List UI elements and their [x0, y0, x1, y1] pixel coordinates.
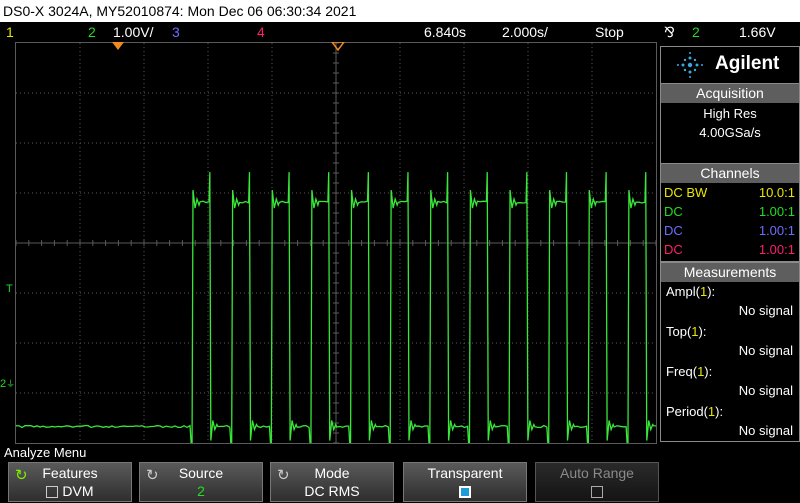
softkey-label: Auto Range [536, 465, 658, 481]
scope-display[interactable] [15, 42, 657, 444]
softkey-label: Source [140, 465, 262, 481]
trigger-channel: 2 [692, 22, 700, 42]
menu-title: Analyze Menu [4, 444, 86, 461]
measurement-item[interactable]: Top(1): No signal [661, 322, 799, 362]
channel-row-4[interactable]: DC 1.00:1 [661, 240, 799, 259]
status-bar: 1 2 1.00V/ 3 4 6.840s 2.000s/ Stop ⅋ 2 1… [0, 22, 800, 42]
auto-range-checkbox[interactable] [591, 486, 603, 498]
channel-row-3[interactable]: DC 1.00:1 [661, 221, 799, 240]
horizontal-delay: 6.840s [424, 22, 466, 42]
softkey-label: Mode [271, 465, 393, 481]
channel-2-ground-marker: 2⏚ [0, 377, 15, 390]
brand-logo: Agilent [715, 53, 779, 75]
window-title: DS0-X 3024A, MY52010874: Mon Dec 06 06:3… [0, 0, 800, 22]
probe-ratio: 1.00:1 [759, 240, 795, 259]
measurement-label: Ampl(1): [666, 284, 715, 299]
measurement-label: Period(1): [666, 404, 723, 419]
brand-box: Agilent [660, 46, 800, 84]
delay-reference-marker [330, 42, 346, 52]
acquisition-mode: High Res [661, 104, 799, 123]
measurement-item[interactable]: Freq(1): No signal [661, 362, 799, 402]
probe-ratio: 10.0:1 [759, 183, 795, 202]
probe-ratio: 1.00:1 [759, 221, 795, 240]
channel-4-indicator[interactable]: 4 [257, 22, 265, 42]
auto-range-softkey[interactable]: Auto Range [535, 462, 659, 502]
channel-coupling: DC [664, 221, 683, 240]
softkey-label: Features [9, 465, 131, 481]
sample-rate: 4.00GSa/s [661, 123, 799, 142]
timebase-scale: 2.000s/ [502, 22, 548, 42]
channel-row-1[interactable]: DC BW 10.0:1 [661, 183, 799, 202]
side-panel: Agilent Acquisition High Res 4.00GSa/s C… [660, 46, 800, 440]
measurements-box[interactable]: Measurements Ampl(1): No signal Top(1): No … [660, 262, 800, 442]
softkey-value [536, 483, 658, 499]
dvm-checkbox[interactable] [46, 486, 58, 498]
measurement-value: No signal [739, 383, 793, 398]
channel-2-indicator[interactable]: 2 [88, 22, 96, 42]
measurement-value: No signal [739, 343, 793, 358]
channel-coupling: DC [664, 240, 683, 259]
channels-header: Channels [661, 164, 799, 183]
softkey-value [404, 483, 526, 499]
softkey-value: DC RMS [271, 483, 393, 499]
channel-coupling: DC BW [664, 183, 707, 202]
softkey-label: Transparent [404, 465, 526, 481]
acquisition-header: Acquisition [661, 84, 799, 103]
transparent-softkey[interactable]: Transparent [403, 462, 527, 502]
trigger-slope-icon: ⅋ [664, 22, 675, 42]
softkey-value: 2 [140, 483, 262, 499]
measurement-value: No signal [739, 303, 793, 318]
features-softkey[interactable]: ↻ Features DVM [8, 462, 132, 502]
measurement-item[interactable]: Period(1): No signal [661, 402, 799, 442]
channel-1-indicator[interactable]: 1 [6, 22, 14, 42]
trigger-level-marker: T [6, 283, 13, 295]
softkey-value: DVM [9, 483, 131, 499]
channels-box[interactable]: Channels DC BW 10.0:1 DC 1.00:1 DC 1.00:1 DC 1.… [660, 163, 800, 262]
channel-row-2[interactable]: DC 1.00:1 [661, 202, 799, 221]
acquisition-box[interactable]: Acquisition High Res 4.00GSa/s [660, 83, 800, 164]
source-softkey[interactable]: ↻ Source 2 [139, 462, 263, 502]
trigger-level: 1.66V [739, 22, 776, 42]
measurement-label: Top(1): [666, 324, 706, 339]
channel-3-indicator[interactable]: 3 [172, 22, 180, 42]
measurement-label: Freq(1): [666, 364, 712, 379]
channel-coupling: DC [664, 202, 683, 221]
measurement-value: No signal [739, 423, 793, 438]
transparent-checkbox[interactable] [459, 486, 471, 498]
trigger-position-marker [110, 42, 126, 52]
run-state: Stop [595, 22, 624, 42]
channel-2-scale: 1.00V/ [113, 22, 153, 42]
agilent-spark-icon [675, 50, 705, 80]
graticule [16, 43, 656, 443]
measurement-item[interactable]: Ampl(1): No signal [661, 282, 799, 322]
mode-softkey[interactable]: ↻ Mode DC RMS [270, 462, 394, 502]
probe-ratio: 1.00:1 [759, 202, 795, 221]
measurements-header: Measurements [661, 263, 799, 282]
